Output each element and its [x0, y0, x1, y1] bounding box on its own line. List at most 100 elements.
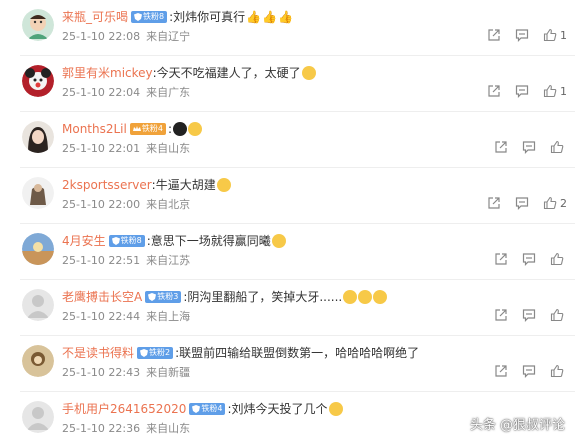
share-icon: [488, 85, 500, 97]
reply-button[interactable]: [522, 364, 536, 378]
reply-button[interactable]: [515, 84, 529, 98]
thumbs-up-emoji: 👍: [246, 10, 262, 24]
reply-button[interactable]: [515, 28, 529, 42]
comment-icon: [515, 197, 529, 210]
fan-badge: 铁粉4: [129, 123, 166, 135]
comment-text: :阴沟里翻船了，笑掉大牙......: [183, 290, 343, 304]
avatar[interactable]: [22, 345, 54, 377]
comment-text: :: [167, 122, 172, 136]
comment-text: :今天不吃福建人了，太硬了: [152, 66, 301, 80]
reply-button[interactable]: [522, 140, 536, 154]
comment-icon: [522, 253, 536, 266]
like-button[interactable]: [550, 140, 567, 154]
share-icon: [495, 309, 507, 321]
laugh-emoji: [343, 290, 358, 304]
username[interactable]: 来瓶_可乐喝: [62, 9, 128, 25]
like-button[interactable]: 2: [543, 196, 567, 210]
avatar[interactable]: [22, 233, 54, 265]
share-icon: [495, 141, 507, 153]
comment-icon: [515, 29, 529, 42]
fan-badge-label: 铁粉4: [201, 404, 223, 413]
avatar[interactable]: [22, 65, 54, 97]
shield-icon: [148, 293, 157, 301]
share-icon: [495, 253, 507, 265]
reply-button[interactable]: [515, 196, 529, 210]
fan-badge-label: 铁粉4: [141, 124, 163, 133]
username[interactable]: 不是读书得料: [62, 345, 134, 361]
comment-date: 25-1-10 22:51: [62, 254, 141, 267]
comment-date: 25-1-10 22:36: [62, 422, 141, 435]
share-button[interactable]: [494, 364, 508, 378]
comment-icon: [522, 309, 536, 322]
share-button[interactable]: [487, 28, 501, 42]
comment-date: 25-1-10 22:04: [62, 86, 141, 99]
shield-icon: [134, 13, 143, 21]
avatar[interactable]: [22, 9, 54, 41]
sweat-emoji: [328, 402, 343, 416]
fan-badge: 铁粉8: [131, 11, 168, 23]
thumb-up-icon: [543, 196, 557, 210]
comment-location: 来自北京: [146, 198, 191, 211]
grin-emoji: [216, 178, 231, 192]
comment-text: :牛逼大胡建: [151, 178, 216, 192]
laugh-emoji: [358, 290, 373, 304]
laugh-emoji: [373, 290, 388, 304]
username[interactable]: 郭里有米mickey: [62, 65, 153, 81]
comment-location: 来自广东: [146, 86, 191, 99]
comment-text: :刘炜今天投了几个: [227, 402, 328, 416]
share-button[interactable]: [487, 196, 501, 210]
comment-text: :刘炜你可真行: [169, 10, 246, 24]
comment-location: 来自山东: [146, 142, 191, 155]
like-button[interactable]: [550, 364, 567, 378]
surprised-emoji: [188, 122, 202, 136]
comment-date: 25-1-10 22:44: [62, 310, 141, 323]
share-button[interactable]: [494, 140, 508, 154]
comment-item: 来瓶_可乐喝 铁粉8 :刘炜你可真行 👍 👍 👍 25-1-10 22:08 来自辽宁…: [0, 0, 575, 56]
username[interactable]: 手机用户2641652020: [62, 401, 186, 417]
comment-icon: [515, 85, 529, 98]
avatar[interactable]: [22, 121, 54, 153]
fan-badge-label: 铁粉8: [120, 236, 142, 245]
comment-location: 来自新疆: [146, 366, 191, 379]
thumb-up-icon: [543, 84, 557, 98]
thumbs-up-emoji: 👍: [278, 10, 294, 24]
watermark: 头条 @狠叔评论: [469, 418, 565, 433]
fan-badge-label: 铁粉2: [149, 348, 171, 357]
avatar[interactable]: [22, 401, 54, 433]
share-button[interactable]: [487, 84, 501, 98]
username[interactable]: 4月安生: [62, 233, 106, 249]
comment-location: 来自山东: [146, 422, 191, 435]
share-button[interactable]: [494, 308, 508, 322]
comment-item: Months2Lil 铁粉4 : 25-1-10 22:01 来自山东: [0, 112, 575, 168]
username[interactable]: Months2Lil: [62, 121, 127, 137]
fan-badge: 铁粉4: [189, 403, 226, 415]
fan-badge-label: 铁粉8: [143, 12, 165, 21]
avatar[interactable]: [22, 289, 54, 321]
reply-button[interactable]: [522, 252, 536, 266]
fan-badge: 铁粉2: [137, 347, 174, 359]
avatar[interactable]: [22, 177, 54, 209]
fan-badge: 铁粉3: [145, 291, 182, 303]
sweat-emoji: [271, 234, 286, 248]
comment-icon: [522, 141, 536, 154]
username[interactable]: 老鹰搏击长空A: [62, 289, 142, 305]
comment-item: 不是读书得料 铁粉2 :联盟前四输给联盟倒数第一，哈哈哈哈啊绝了 25-1-10…: [0, 336, 575, 392]
thumb-up-icon: [543, 28, 557, 42]
comment-item: 郭里有米mickey :今天不吃福建人了，太硬了 25-1-10 22:04 来自…: [0, 56, 575, 112]
reply-button[interactable]: [522, 308, 536, 322]
share-icon: [488, 197, 500, 209]
thumbs-up-emoji: 👍: [262, 10, 278, 24]
share-button[interactable]: [494, 252, 508, 266]
like-button[interactable]: [550, 308, 567, 322]
shield-icon: [140, 349, 149, 357]
like-button[interactable]: 1: [543, 28, 567, 42]
like-button[interactable]: [550, 252, 567, 266]
username[interactable]: 2ksportsserver: [62, 177, 152, 193]
like-button[interactable]: 1: [543, 84, 567, 98]
shield-icon: [111, 237, 120, 245]
fan-badge: 铁粉8: [108, 235, 145, 247]
black-emoji: [173, 122, 187, 136]
comment-date: 25-1-10 22:08: [62, 30, 141, 43]
comment-icon: [522, 365, 536, 378]
comment-text: :意思下一场就得赢同曦: [146, 234, 271, 248]
